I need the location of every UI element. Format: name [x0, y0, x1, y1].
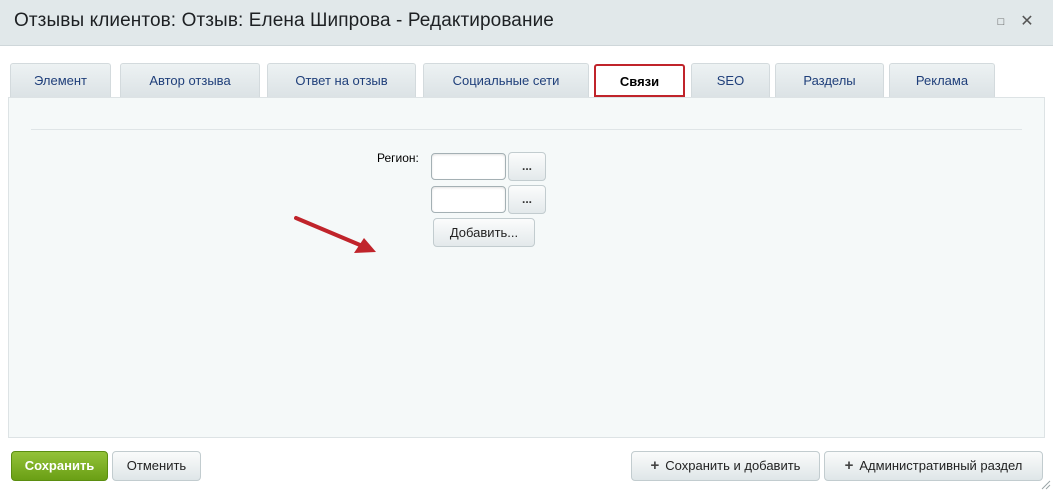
region-browse-button-2[interactable]: ...: [508, 185, 546, 214]
close-icon[interactable]: ✕: [1019, 14, 1035, 30]
divider: [31, 129, 1022, 130]
tab-content-panel: Регион: ... ... Добавить...: [8, 97, 1045, 438]
cancel-button[interactable]: Отменить: [112, 451, 201, 481]
tab-element[interactable]: Элемент: [10, 63, 111, 98]
admin-section-button[interactable]: + Административный раздел: [824, 451, 1043, 481]
region-input-2[interactable]: [431, 186, 506, 213]
region-input-1[interactable]: [431, 153, 506, 180]
tab-sections[interactable]: Разделы: [775, 63, 884, 98]
tab-review-answer[interactable]: Ответ на отзыв: [267, 63, 416, 98]
tab-review-author[interactable]: Автор отзыва: [120, 63, 260, 98]
maximize-icon[interactable]: □: [993, 14, 1009, 30]
plus-icon: +: [844, 457, 854, 474]
save-and-add-button[interactable]: + Сохранить и добавить: [631, 451, 820, 481]
plus-icon: +: [650, 457, 660, 474]
region-browse-button-1[interactable]: ...: [508, 152, 546, 181]
title-bar: Отзывы клиентов: Отзыв: Елена Шипрова - …: [0, 0, 1053, 46]
save-button[interactable]: Сохранить: [11, 451, 108, 481]
tab-social-networks[interactable]: Социальные сети: [423, 63, 589, 98]
tab-seo[interactable]: SEO: [691, 63, 770, 98]
resize-grip-icon[interactable]: [1040, 479, 1051, 490]
add-region-button[interactable]: Добавить...: [433, 218, 535, 247]
admin-section-label: Административный раздел: [859, 458, 1023, 473]
save-and-add-label: Сохранить и добавить: [665, 458, 801, 473]
tab-advertising[interactable]: Реклама: [889, 63, 995, 98]
window-title: Отзывы клиентов: Отзыв: Елена Шипрова - …: [14, 10, 554, 31]
annotation-arrow-icon: [294, 216, 376, 253]
tab-links[interactable]: Связи: [594, 64, 685, 97]
region-label: Регион:: [377, 151, 419, 165]
